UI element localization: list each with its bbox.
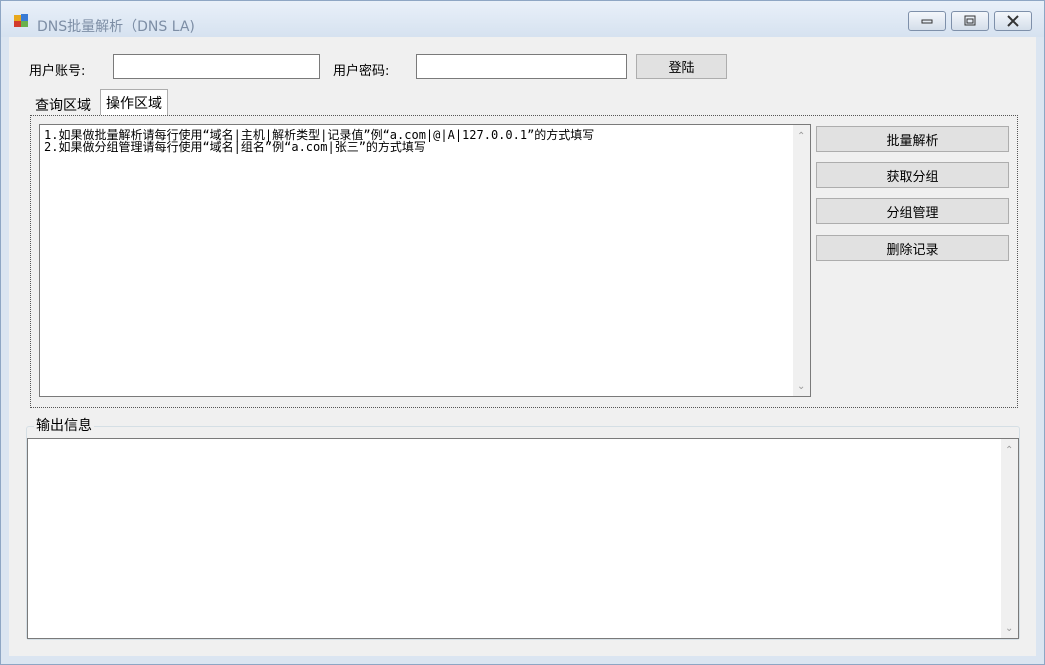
editor-scrollbar[interactable]: ⌃ ⌄: [793, 125, 810, 396]
output-scroll-up-icon[interactable]: ⌃: [1005, 445, 1013, 456]
app-icon: [14, 14, 28, 27]
close-button[interactable]: [994, 11, 1032, 31]
client-area: 用户账号: 用户密码: 登陆 查询区域 操作区域 1.如果做批量解析请每行使用“…: [9, 37, 1036, 656]
window-title: DNS批量解析（DNS LA): [37, 19, 195, 35]
minimize-button[interactable]: [908, 11, 946, 31]
close-icon: [1007, 15, 1019, 27]
title-bar[interactable]: DNS批量解析（DNS LA): [1, 1, 1044, 37]
maximize-button[interactable]: [951, 11, 989, 31]
group-manage-button[interactable]: 分组管理: [816, 198, 1009, 224]
batch-resolve-button[interactable]: 批量解析: [816, 126, 1009, 152]
delete-records-button[interactable]: 删除记录: [816, 235, 1009, 261]
maximize-icon: [964, 15, 976, 26]
get-groups-button[interactable]: 获取分组: [816, 162, 1009, 188]
output-scrollbar[interactable]: ⌃ ⌄: [1001, 439, 1018, 638]
app-window: DNS批量解析（DNS LA) 用户账号: 用户密码: 登陆 查询区域 操作区域: [0, 0, 1045, 665]
account-label: 用户账号:: [29, 64, 86, 79]
password-label: 用户密码:: [333, 64, 390, 79]
scroll-up-icon[interactable]: ⌃: [797, 131, 805, 142]
scroll-down-icon[interactable]: ⌄: [797, 381, 805, 392]
editor-text: 1.如果做批量解析请每行使用“域名|主机|解析类型|记录值”例“a.com|@|…: [44, 128, 595, 154]
tab-query[interactable]: 查询区域: [30, 92, 96, 114]
batch-input-textarea[interactable]: 1.如果做批量解析请每行使用“域名|主机|解析类型|记录值”例“a.com|@|…: [39, 124, 811, 397]
password-input[interactable]: [416, 54, 627, 79]
account-input[interactable]: [113, 54, 320, 79]
output-scroll-down-icon[interactable]: ⌄: [1005, 623, 1013, 634]
output-text: [28, 439, 1018, 447]
output-group-title: 输出信息: [34, 415, 94, 435]
minimize-icon: [921, 19, 933, 24]
tab-operation[interactable]: 操作区域: [100, 89, 168, 115]
login-button[interactable]: 登陆: [636, 54, 727, 79]
output-textarea[interactable]: ⌃ ⌄: [27, 438, 1019, 639]
